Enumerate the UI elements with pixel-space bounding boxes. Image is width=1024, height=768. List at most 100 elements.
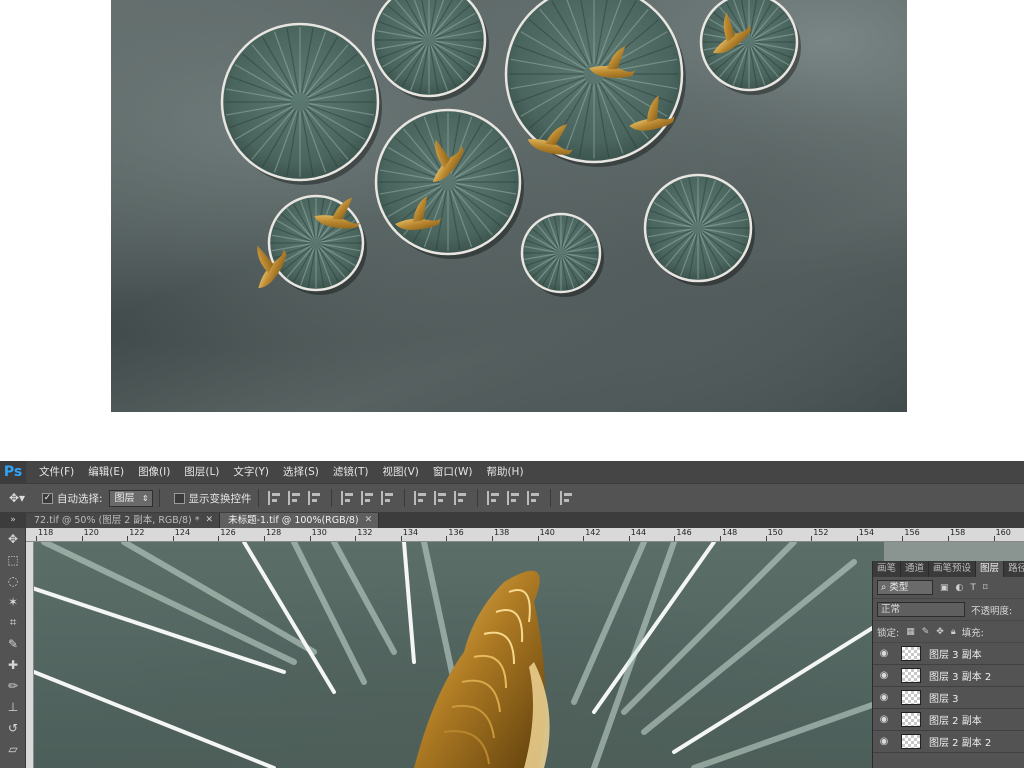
menu-view[interactable]: 视图(V) bbox=[375, 461, 425, 483]
layer-row[interactable]: ◉ 图层 2 副本 bbox=[873, 709, 1024, 731]
menu-help[interactable]: 帮助(H) bbox=[479, 461, 530, 483]
crop-tool-icon[interactable]: ⌗ bbox=[0, 612, 26, 633]
lock-position-icon[interactable]: ✥ bbox=[936, 627, 944, 637]
eye-icon[interactable]: ◉ bbox=[873, 692, 895, 703]
tab-brush[interactable]: 画笔 bbox=[873, 561, 902, 577]
lock-transparency-icon[interactable]: ▦ bbox=[906, 627, 915, 637]
tab-label: 72.tif @ 50% (图层 2 副本, RGB/8) * bbox=[34, 515, 200, 526]
ruler-tick-mark bbox=[628, 536, 630, 541]
align-vcenter-icon[interactable] bbox=[287, 491, 302, 505]
close-icon[interactable]: ✕ bbox=[206, 513, 214, 528]
layer-row[interactable]: ◉ 图层 3 bbox=[873, 687, 1024, 709]
auto-select-checkbox[interactable]: ✓ bbox=[42, 492, 53, 504]
artwork-svg bbox=[220, 0, 801, 297]
distribute-hcenter-icon[interactable] bbox=[506, 491, 521, 505]
distribute-top-icon[interactable] bbox=[413, 491, 428, 505]
menu-window[interactable]: 窗口(W) bbox=[426, 461, 480, 483]
layer-row[interactable]: ◉ 图层 3 副本 2 bbox=[873, 665, 1024, 687]
distribute-bottom-icon[interactable] bbox=[453, 491, 468, 505]
align-bottom-icon[interactable] bbox=[307, 491, 322, 505]
collapse-panels-icon[interactable]: » bbox=[0, 513, 26, 528]
ruler-tick-label: 132 bbox=[357, 528, 373, 537]
lasso-tool-icon[interactable]: ◌ bbox=[0, 570, 26, 591]
layer-name: 图层 2 副本 bbox=[929, 716, 982, 727]
align-right-icon[interactable] bbox=[380, 491, 395, 505]
auto-align-icon[interactable] bbox=[559, 491, 574, 505]
menu-image[interactable]: 图像(I) bbox=[131, 461, 177, 483]
ruler-tick-label: 134 bbox=[402, 528, 419, 537]
ruler-tick-mark bbox=[400, 536, 402, 541]
ruler-tick-label: 150 bbox=[767, 528, 783, 537]
ruler-tick-label: 144 bbox=[630, 528, 647, 537]
menu-filter[interactable]: 滤镜(T) bbox=[326, 461, 376, 483]
align-hcenter-icon[interactable] bbox=[360, 491, 375, 505]
blend-row: 正常 不透明度: bbox=[873, 599, 1024, 621]
tab-layers[interactable]: 图层 bbox=[976, 561, 1005, 577]
move-tool-icon[interactable]: ✥▾ bbox=[0, 487, 34, 509]
menu-file[interactable]: 文件(F) bbox=[32, 461, 81, 483]
close-icon[interactable]: ✕ bbox=[365, 513, 373, 528]
tab-brush-presets[interactable]: 画笔预设 bbox=[929, 561, 977, 577]
plate-rib bbox=[591, 542, 677, 768]
ruler-tick-label: 120 bbox=[83, 528, 99, 537]
blend-mode-dropdown[interactable]: 正常 bbox=[877, 602, 965, 617]
options-divider bbox=[158, 489, 160, 507]
menu-type[interactable]: 文字(Y) bbox=[226, 461, 276, 483]
menu-select[interactable]: 选择(S) bbox=[276, 461, 326, 483]
show-transform-label: 显示变换控件 bbox=[188, 492, 252, 505]
distribute-right-icon[interactable] bbox=[526, 491, 541, 505]
distribute-left-icon[interactable] bbox=[486, 491, 501, 505]
magic-wand-tool-icon[interactable]: ✶ bbox=[0, 591, 26, 612]
eye-icon[interactable]: ◉ bbox=[873, 714, 895, 725]
layer-thumbnail bbox=[901, 712, 921, 727]
lock-all-icon[interactable]: 🔒︎ bbox=[951, 627, 956, 637]
history-brush-tool-icon[interactable]: ↺ bbox=[0, 717, 26, 738]
document-tab-bar: » 72.tif @ 50% (图层 2 副本, RGB/8) * ✕ 未标题-… bbox=[0, 513, 1024, 528]
tab-channels[interactable]: 通道 bbox=[901, 561, 930, 577]
align-top-icon[interactable] bbox=[267, 491, 282, 505]
layer-row[interactable]: ◉ 图层 3 副本 bbox=[873, 643, 1024, 665]
options-divider bbox=[549, 489, 551, 507]
plate-rib bbox=[571, 542, 647, 705]
filter-adjustment-icon[interactable]: ◐ bbox=[956, 583, 964, 593]
move-tool-icon[interactable]: ✥ bbox=[0, 528, 26, 549]
healing-tool-icon[interactable]: ✚ bbox=[0, 654, 26, 675]
marquee-tool-icon[interactable]: ⬚ bbox=[0, 549, 26, 570]
menu-edit[interactable]: 编辑(E) bbox=[81, 461, 131, 483]
filter-type-icon[interactable]: T bbox=[970, 583, 976, 593]
brush-tool-icon[interactable]: ✏ bbox=[0, 675, 26, 696]
eyedropper-tool-icon[interactable]: ✎ bbox=[0, 633, 26, 654]
tab-document-untitled[interactable]: 未标题-1.tif @ 100%(RGB/8) ✕ bbox=[220, 513, 380, 528]
eye-icon[interactable]: ◉ bbox=[873, 648, 895, 659]
eye-icon[interactable]: ◉ bbox=[873, 670, 895, 681]
toolbox: ✥ ⬚ ◌ ✶ ⌗ ✎ ✚ ✏ ⊥ ↺ ▱ bbox=[0, 528, 26, 768]
menu-layer[interactable]: 图层(L) bbox=[177, 461, 226, 483]
options-bar: ✥▾ ✓ 自动选择: 图层 显示变换控件 bbox=[0, 483, 1024, 513]
photoshop-logo-icon: Ps bbox=[0, 461, 26, 483]
decor-plate bbox=[699, 0, 801, 95]
layer-name: 图层 3 副本 bbox=[929, 650, 982, 661]
lock-paint-icon[interactable]: ✎ bbox=[922, 627, 930, 637]
distribute-vcenter-icon[interactable] bbox=[433, 491, 448, 505]
layer-row[interactable]: ◉ 图层 2 副本 2 bbox=[873, 731, 1024, 753]
tab-paths[interactable]: 路径 bbox=[1004, 561, 1024, 577]
stamp-tool-icon[interactable]: ⊥ bbox=[0, 696, 26, 717]
filter-pixel-icon[interactable]: ▣ bbox=[940, 583, 949, 593]
layer-filter-value: 类型 bbox=[889, 582, 909, 593]
layer-filter-dropdown[interactable]: ⌕ 类型 bbox=[877, 580, 933, 595]
ruler-tick-label: 124 bbox=[174, 528, 191, 537]
ruler-tick-mark bbox=[127, 536, 129, 541]
show-transform-checkbox[interactable] bbox=[173, 492, 185, 504]
auto-select-target-dropdown[interactable]: 图层 bbox=[108, 489, 153, 507]
layer-thumbnail bbox=[901, 668, 921, 683]
ruler-tick-label: 152 bbox=[813, 528, 829, 537]
filter-shape-icon[interactable]: ⌑ bbox=[983, 583, 988, 593]
align-left-icon[interactable] bbox=[340, 491, 355, 505]
photoshop-window: Ps 文件(F) 编辑(E) 图像(I) 图层(L) 文字(Y) 选择(S) 滤… bbox=[0, 461, 1024, 768]
ruler-tick-mark bbox=[765, 536, 767, 541]
ruler-tick-label: 128 bbox=[266, 528, 282, 537]
eye-icon[interactable]: ◉ bbox=[873, 736, 895, 747]
eraser-tool-icon[interactable]: ▱ bbox=[0, 738, 26, 759]
tab-document-72[interactable]: 72.tif @ 50% (图层 2 副本, RGB/8) * ✕ bbox=[26, 513, 221, 528]
lock-label: 锁定: bbox=[877, 627, 900, 639]
